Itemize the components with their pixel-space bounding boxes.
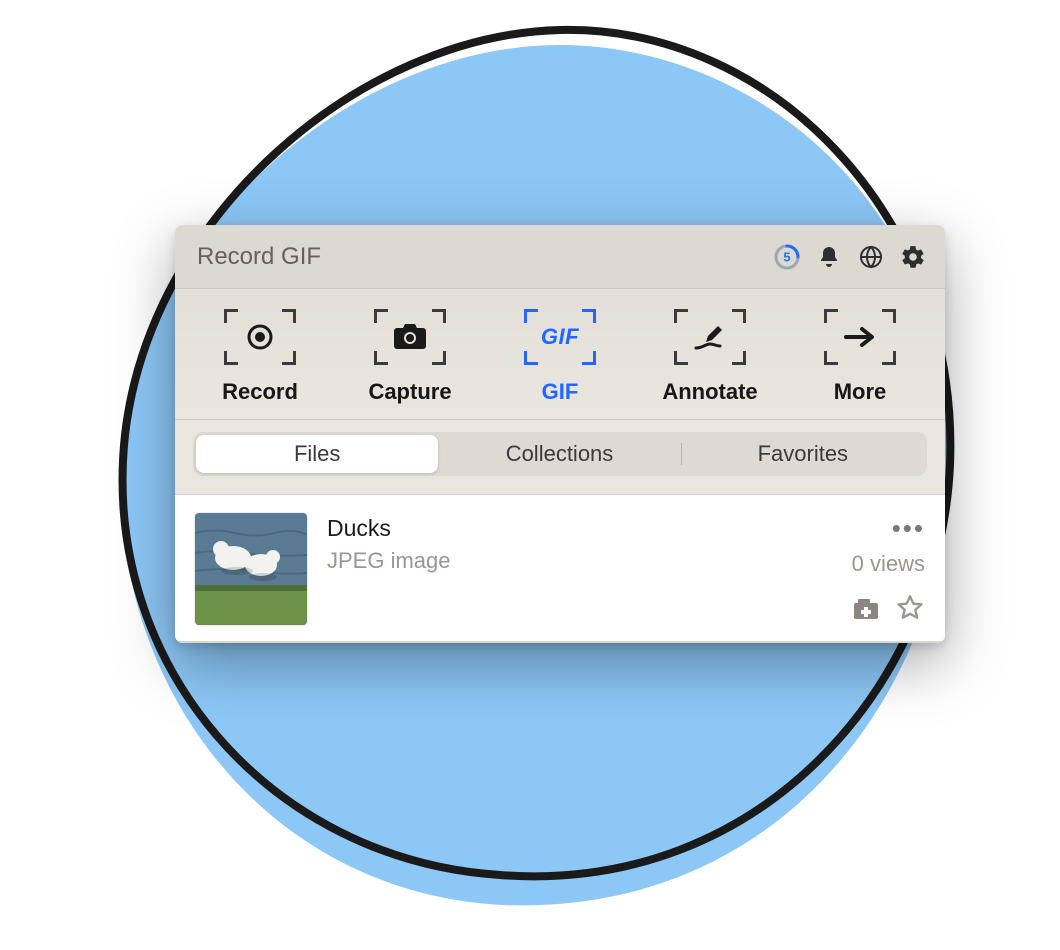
tab-favorites-label: Favorites	[758, 441, 848, 467]
titlebar-icons: 5	[773, 243, 927, 271]
gif-button[interactable]: GIF GIF	[490, 309, 630, 405]
annotate-button[interactable]: Annotate	[640, 309, 780, 405]
main-toolbar: Record Capture GIF GIF	[175, 289, 945, 420]
pencil-icon	[674, 309, 746, 365]
file-row[interactable]: Ducks JPEG image ••• 0 views	[175, 495, 945, 643]
window-title: Record GIF	[197, 243, 773, 271]
globe-icon[interactable]	[857, 243, 885, 271]
file-thumbnail	[195, 513, 307, 625]
gear-icon[interactable]	[899, 243, 927, 271]
timer-icon[interactable]: 5	[773, 243, 801, 271]
file-type: JPEG image	[327, 548, 831, 574]
segmented-control: Files Collections Favorites	[193, 432, 927, 476]
record-icon	[224, 309, 296, 365]
camera-icon	[374, 309, 446, 365]
file-actions	[851, 593, 925, 623]
more-button[interactable]: More	[790, 309, 930, 405]
tab-favorites[interactable]: Favorites	[682, 435, 924, 473]
app-window: Record GIF 5	[175, 225, 945, 643]
tab-files-label: Files	[294, 441, 340, 467]
file-name: Ducks	[327, 515, 831, 542]
more-dots-icon[interactable]: •••	[892, 515, 925, 541]
more-label: More	[834, 379, 887, 405]
capture-button[interactable]: Capture	[340, 309, 480, 405]
bell-icon[interactable]	[815, 243, 843, 271]
gif-icon: GIF	[524, 309, 596, 365]
svg-text:5: 5	[783, 249, 790, 264]
add-to-collection-icon[interactable]	[851, 593, 881, 623]
annotate-label: Annotate	[662, 379, 757, 405]
file-meta: Ducks JPEG image	[327, 513, 831, 574]
tab-files[interactable]: Files	[196, 435, 438, 473]
record-button[interactable]: Record	[190, 309, 330, 405]
file-right-col: ••• 0 views	[851, 513, 925, 623]
gif-label: GIF	[542, 379, 579, 405]
tab-collections[interactable]: Collections	[438, 435, 680, 473]
arrow-right-icon	[824, 309, 896, 365]
record-label: Record	[222, 379, 298, 405]
views-count: 0 views	[852, 551, 925, 577]
favorite-star-icon[interactable]	[895, 593, 925, 623]
titlebar: Record GIF 5	[175, 225, 945, 289]
tab-bar: Files Collections Favorites	[175, 420, 945, 495]
capture-label: Capture	[368, 379, 451, 405]
tab-collections-label: Collections	[506, 441, 614, 467]
